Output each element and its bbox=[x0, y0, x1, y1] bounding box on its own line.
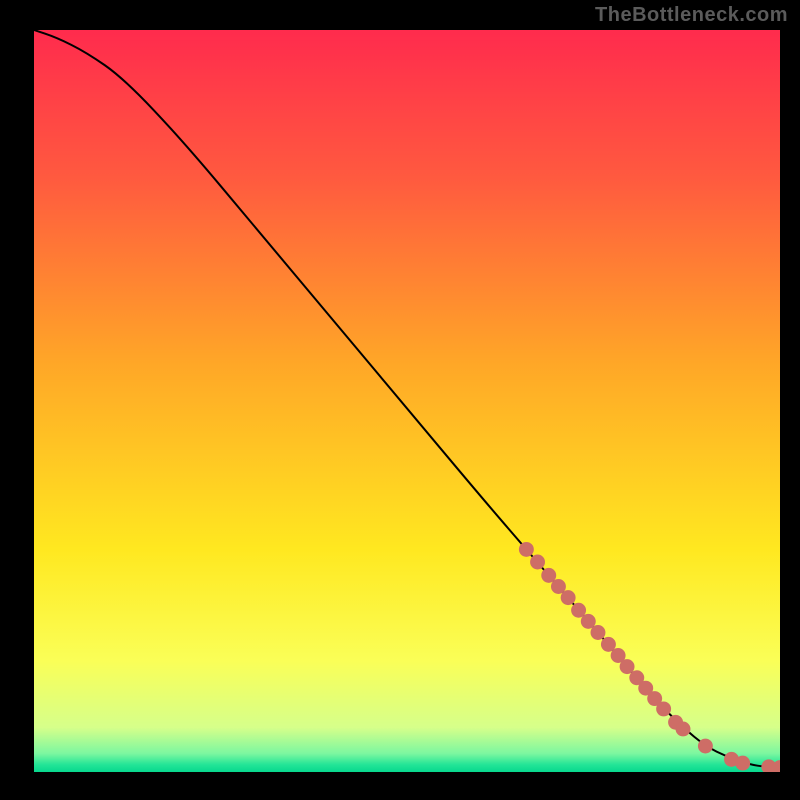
curve-marker bbox=[735, 756, 750, 771]
chart-frame: TheBottleneck.com bbox=[0, 0, 800, 800]
curve-marker bbox=[656, 701, 671, 716]
curve-marker bbox=[591, 625, 606, 640]
curve-marker bbox=[676, 722, 691, 737]
curve-marker bbox=[561, 590, 576, 605]
plot-area bbox=[34, 30, 780, 772]
curve-marker bbox=[698, 739, 713, 754]
curve-marker bbox=[519, 542, 534, 557]
gradient-rect bbox=[34, 30, 780, 772]
chart-svg bbox=[34, 30, 780, 772]
attribution-text: TheBottleneck.com bbox=[595, 4, 788, 27]
curve-marker bbox=[530, 555, 545, 570]
